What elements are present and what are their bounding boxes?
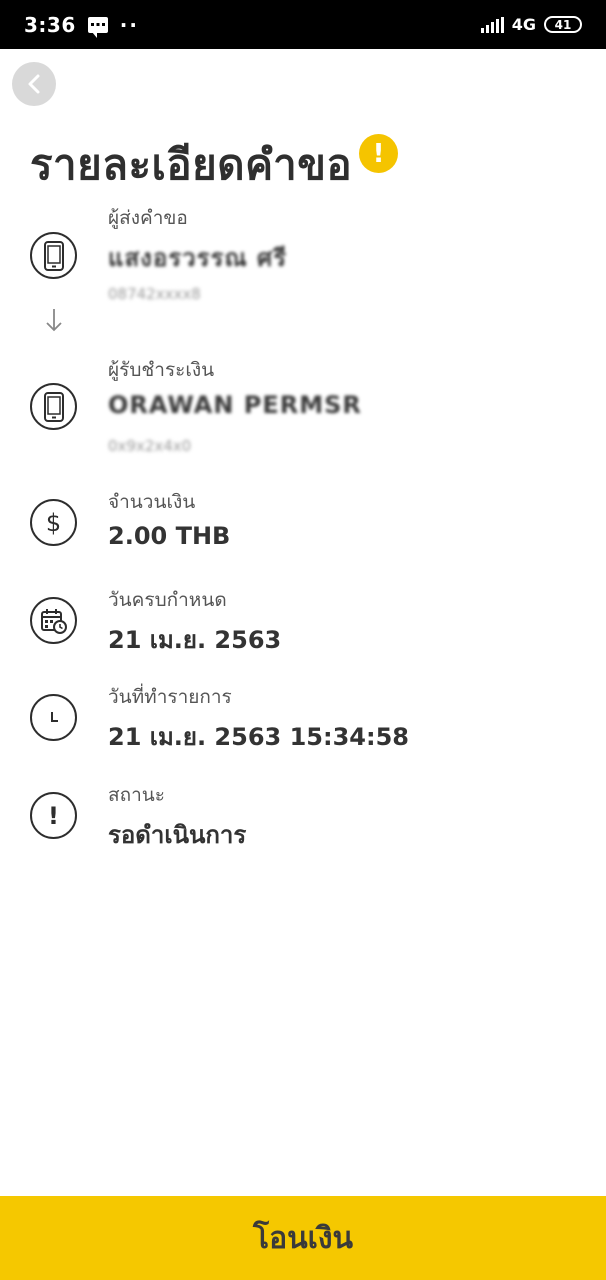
- battery-level: 41: [554, 17, 572, 32]
- transaction-date-value: 21 เม.ย. 2563 15:34:58: [108, 723, 409, 751]
- due-date-value: 21 เม.ย. 2563: [108, 626, 282, 654]
- chevron-left-icon: [28, 74, 40, 94]
- requester-phone-avatar: [30, 232, 77, 279]
- payer-name: ORAWAN PERMSR: [108, 391, 362, 419]
- status-value: รอดำเนินการ: [108, 821, 247, 849]
- back-button[interactable]: [12, 62, 56, 106]
- requester-label: ผู้ส่งคำขอ: [108, 207, 188, 229]
- status-label: สถานะ: [108, 784, 165, 806]
- message-notification-icon: [87, 16, 108, 38]
- transaction-date-label: วันที่ทำรายการ: [108, 686, 232, 708]
- battery-icon: 41: [544, 16, 582, 33]
- dollar-icon: $: [45, 508, 62, 537]
- payer-label: ผู้รับชำระเงิน: [108, 359, 215, 381]
- status-bar: 3:36 ·· 4G 41: [0, 0, 606, 49]
- more-notifications-indicator: ··: [119, 12, 139, 37]
- signal-strength-icon: [480, 16, 504, 33]
- requester-name: แสงอรวรรณ ศรี: [108, 244, 288, 272]
- amount-label: จำนวนเงิน: [108, 491, 196, 513]
- due-date-label: วันครบกำหนด: [108, 589, 227, 611]
- payer-phone-avatar: [30, 383, 77, 430]
- exclamation-icon: !: [48, 801, 59, 830]
- arrow-down-icon: [46, 309, 62, 332]
- alert-icon[interactable]: !: [359, 134, 398, 173]
- transfer-button[interactable]: โอนเงิน: [0, 1196, 606, 1280]
- status-indicators: 4G 41: [480, 15, 582, 34]
- transaction-date-icon-circle: [30, 694, 77, 741]
- status-icon-circle: !: [30, 792, 77, 839]
- requester-account: 08742xxxx8: [108, 285, 201, 303]
- due-date-icon-circle: [30, 597, 77, 644]
- status-time: 3:36: [24, 12, 76, 37]
- amount-icon-circle: $: [30, 499, 77, 546]
- smartphone-icon: [43, 391, 64, 422]
- clock-icon: [50, 711, 58, 722]
- amount-value: 2.00 THB: [108, 522, 231, 550]
- smartphone-icon: [43, 240, 64, 271]
- page-title: รายละเอียดคำขอ: [30, 140, 353, 189]
- payer-account: 0x9x2x4x0: [108, 437, 192, 455]
- network-type: 4G: [511, 15, 536, 34]
- calendar-clock-icon: [40, 608, 67, 634]
